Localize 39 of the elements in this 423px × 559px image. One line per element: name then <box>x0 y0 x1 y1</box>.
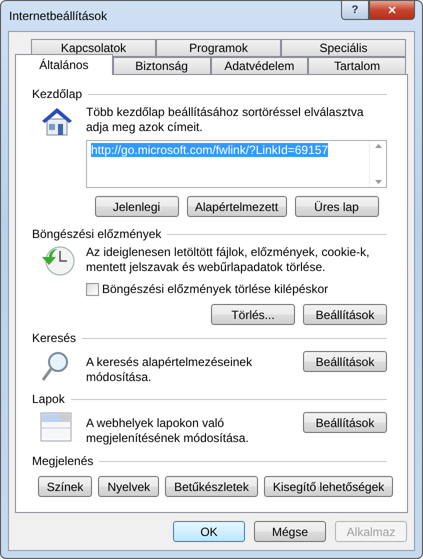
tab[interactable]: Programok <box>156 39 281 57</box>
scroll-down-icon <box>374 180 382 184</box>
description-text: A keresés alapértelmezéseinek módosítása. <box>86 355 254 385</box>
tab[interactable]: Biztonság <box>112 57 210 75</box>
section-title: Böngészési előzmények <box>32 227 162 241</box>
dialog-button[interactable]: OK <box>173 521 245 542</box>
window-title: Internetbeállítások <box>8 9 108 23</box>
url-text: http://go.microsoft.com/fwlink/?LinkId=69157 <box>91 143 328 157</box>
appearance-button[interactable]: Betűkészletek <box>165 476 258 497</box>
description-text: A webhelyek lapokon való megjelenítésének módosítása. <box>86 416 250 446</box>
history-button[interactable]: Beállítások <box>303 304 387 325</box>
section-title: Kezdőlap <box>32 87 82 101</box>
home-button[interactable]: Üres lap <box>294 196 378 217</box>
appearance-button[interactable]: Kisegítő lehetőségek <box>264 476 394 497</box>
help-button[interactable]: ? <box>341 1 369 20</box>
section-title: Keresés <box>32 331 76 345</box>
settings-button[interactable]: Beállítások <box>303 351 387 372</box>
description-text: Több kezdőlap beállításához sortöréssel elválasztva adja meg azok címeit. <box>86 105 364 135</box>
dialog-button[interactable]: Mégse <box>254 521 326 542</box>
description-text: Az ideiglenesen letöltött fájlok, előzmények, cookie-k, mentett jelszavak és webűrlapadatok törlése. <box>86 245 370 275</box>
tab[interactable]: Adatvédelem <box>210 57 308 75</box>
section-title: Lapok <box>32 392 65 406</box>
tab[interactable]: Speciális <box>281 39 406 57</box>
search-icon <box>40 351 70 383</box>
checkbox-label: Böngészési előzmények törlése kilépéskor <box>102 282 328 296</box>
home-button[interactable]: Alapértelmezett <box>186 196 286 217</box>
tab[interactable]: Általános <box>15 54 113 75</box>
home-button[interactable]: Jelenlegi <box>94 196 178 217</box>
checkbox[interactable] <box>86 282 99 296</box>
settings-button[interactable]: Beállítások <box>303 412 387 433</box>
scroll-up-icon <box>374 144 382 148</box>
tabs-icon <box>40 412 72 442</box>
history-button[interactable]: Törlés... <box>211 304 295 325</box>
section-title: Megjelenés <box>32 454 94 468</box>
house-icon <box>40 105 74 137</box>
tab[interactable]: Tartalom <box>308 57 406 75</box>
appearance-button[interactable]: Színek <box>38 476 92 497</box>
appearance-button[interactable]: Nyelvek <box>98 476 160 497</box>
close-button[interactable]: ✕ <box>369 1 415 20</box>
